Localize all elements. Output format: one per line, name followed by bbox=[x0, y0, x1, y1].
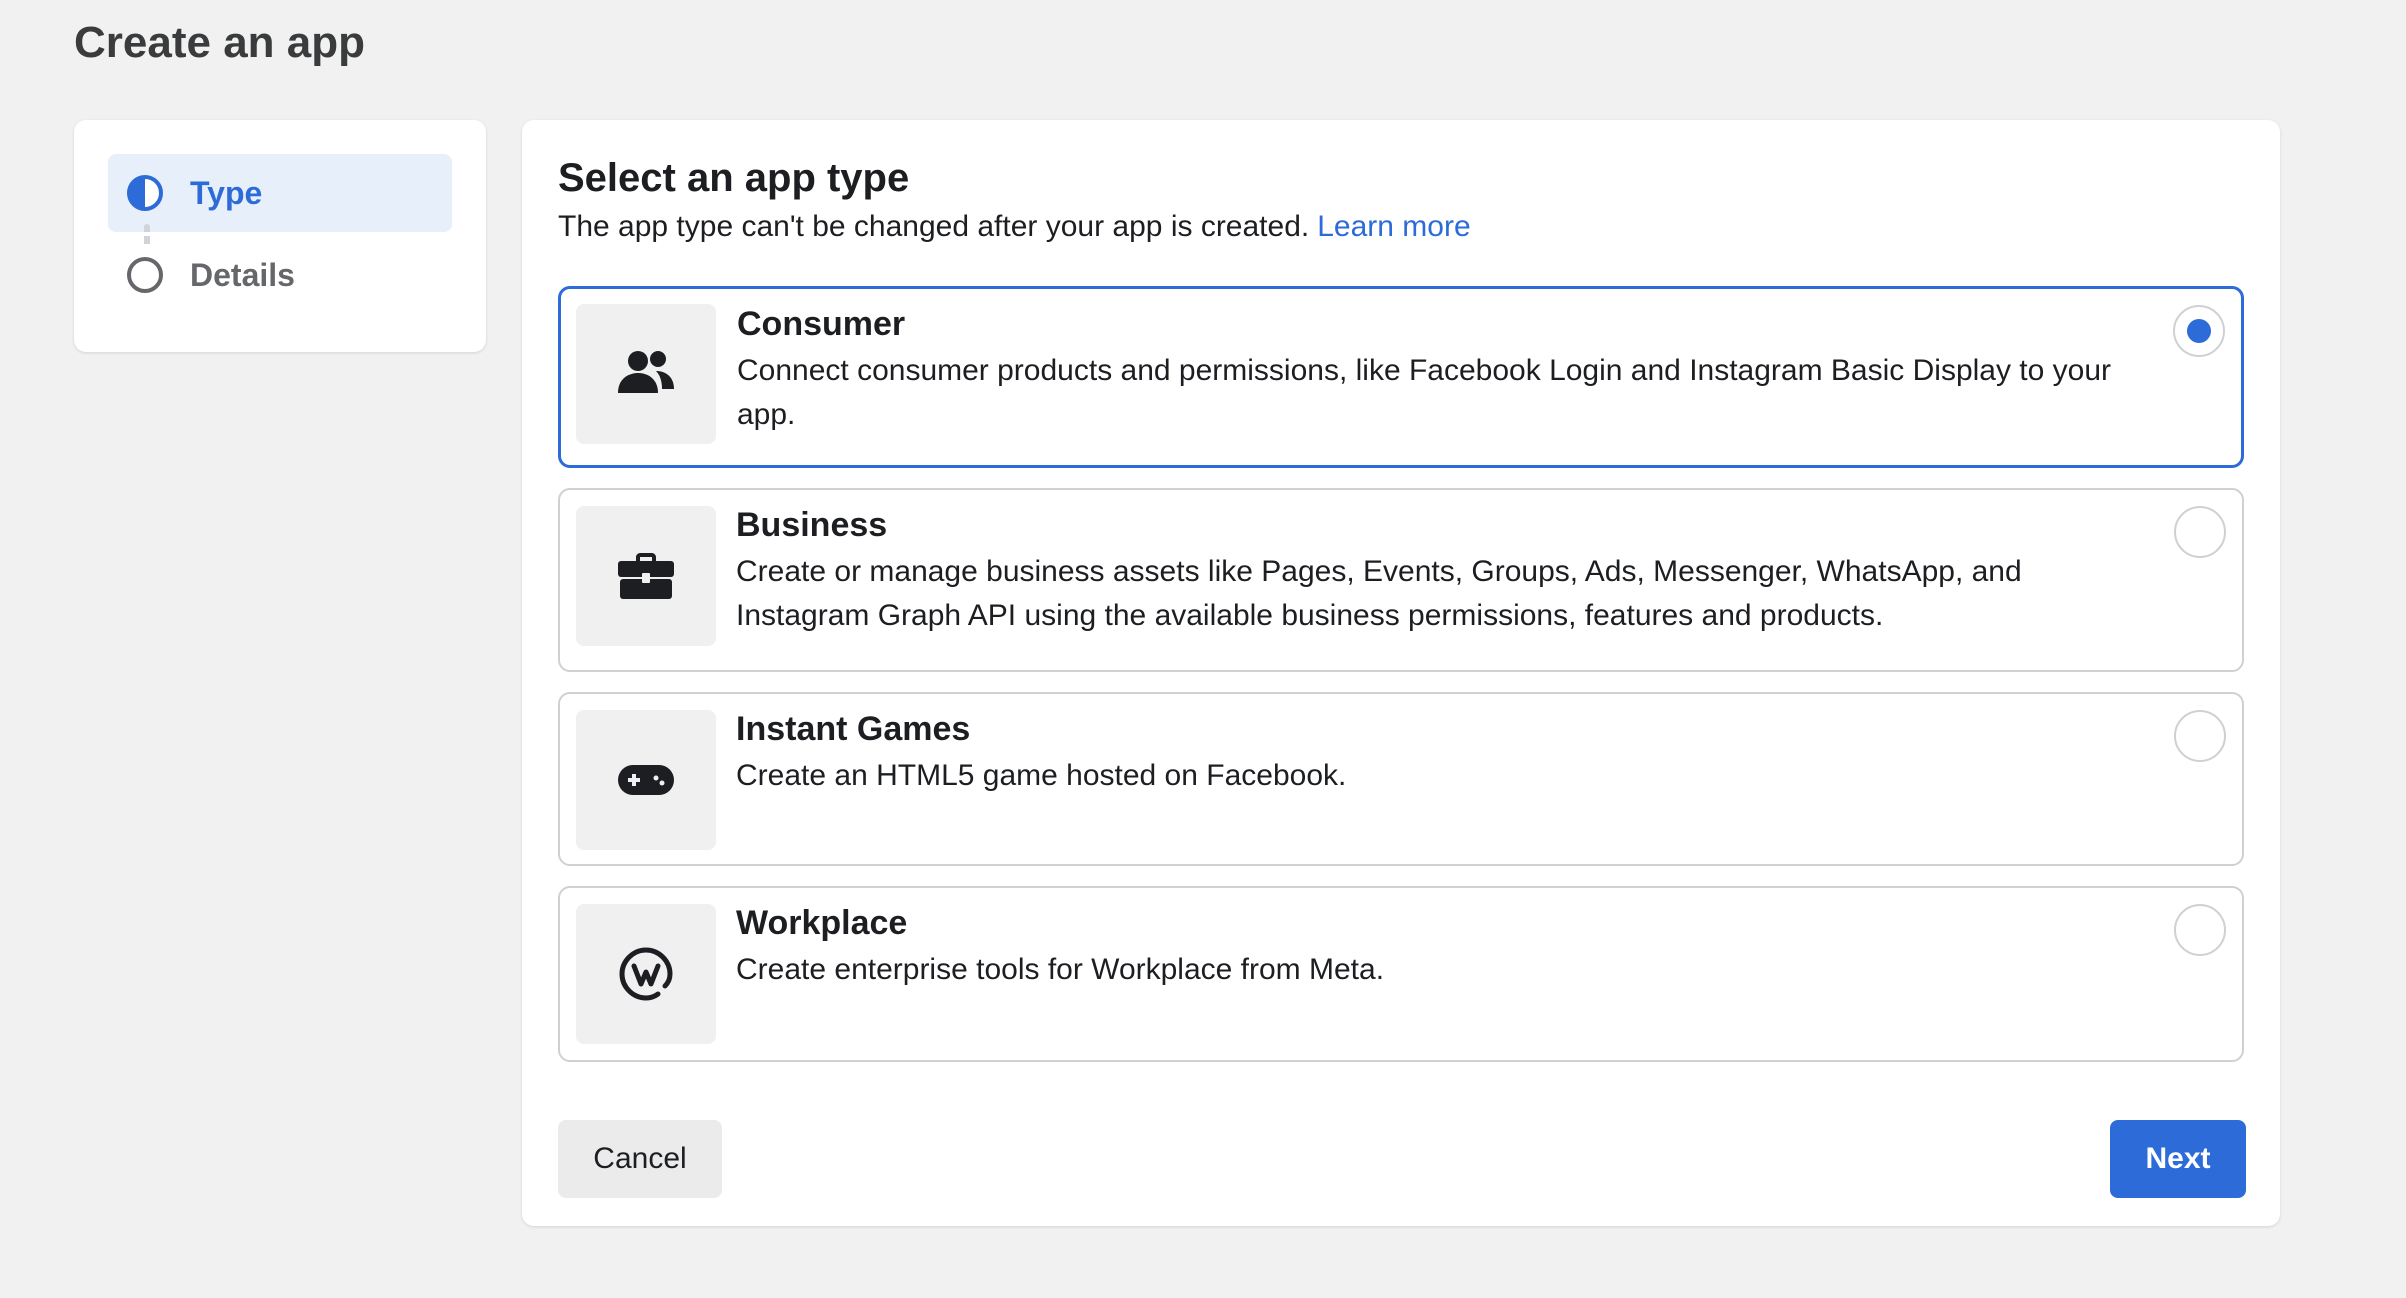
option-consumer-title: Consumer bbox=[737, 305, 906, 343]
option-business-radio[interactable] bbox=[2174, 506, 2226, 558]
step-details-label: Details bbox=[190, 256, 295, 293]
option-instant-games-description: Create an HTML5 game hosted on Facebook. bbox=[736, 759, 1347, 792]
empty-circle-icon bbox=[127, 257, 163, 293]
page-title: Create an app bbox=[74, 18, 365, 67]
option-instant-games-radio[interactable] bbox=[2174, 710, 2226, 762]
workplace-logo-icon bbox=[619, 947, 673, 1001]
option-workplace-description: Create enterprise tools for Workplace fr… bbox=[736, 953, 1385, 986]
option-instant-games-title: Instant Games bbox=[736, 710, 971, 748]
section-subtitle: The app type can't be changed after your… bbox=[558, 210, 1471, 244]
option-icon-box bbox=[576, 506, 716, 646]
option-instant-games[interactable]: Instant Games Create an HTML5 game hoste… bbox=[558, 692, 2244, 866]
section-title: Select an app type bbox=[558, 156, 910, 200]
option-business[interactable]: Business Create or manage business asset… bbox=[558, 488, 2244, 672]
app-type-card: Select an app type The app type can't be… bbox=[522, 120, 2280, 1226]
option-workplace-title: Workplace bbox=[736, 904, 908, 942]
option-icon-box bbox=[576, 304, 716, 444]
step-connector bbox=[144, 224, 150, 248]
people-icon bbox=[618, 351, 674, 393]
option-consumer-description: Connect consumer products and permission… bbox=[737, 354, 2112, 431]
option-business-title: Business bbox=[736, 506, 888, 544]
stepper-card: Type Details bbox=[74, 120, 486, 352]
next-button[interactable]: Next bbox=[2110, 1120, 2246, 1198]
learn-more-link[interactable]: Learn more bbox=[1317, 210, 1470, 243]
step-details[interactable]: Details bbox=[108, 236, 452, 314]
cancel-button[interactable]: Cancel bbox=[558, 1120, 722, 1198]
option-icon-box bbox=[576, 904, 716, 1044]
option-business-description: Create or manage business assets like Pa… bbox=[736, 555, 2022, 632]
step-type[interactable]: Type bbox=[108, 154, 452, 232]
option-icon-box bbox=[576, 710, 716, 850]
briefcase-icon bbox=[618, 553, 674, 599]
gamepad-icon bbox=[618, 765, 674, 795]
step-type-label: Type bbox=[190, 174, 263, 211]
option-workplace-radio[interactable] bbox=[2174, 904, 2226, 956]
option-consumer-radio[interactable] bbox=[2173, 305, 2225, 357]
subtitle-text: The app type can't be changed after your… bbox=[558, 210, 1310, 243]
half-filled-circle-icon bbox=[127, 175, 163, 211]
option-consumer[interactable]: Consumer Connect consumer products and p… bbox=[558, 286, 2244, 468]
option-workplace[interactable]: Workplace Create enterprise tools for Wo… bbox=[558, 886, 2244, 1062]
